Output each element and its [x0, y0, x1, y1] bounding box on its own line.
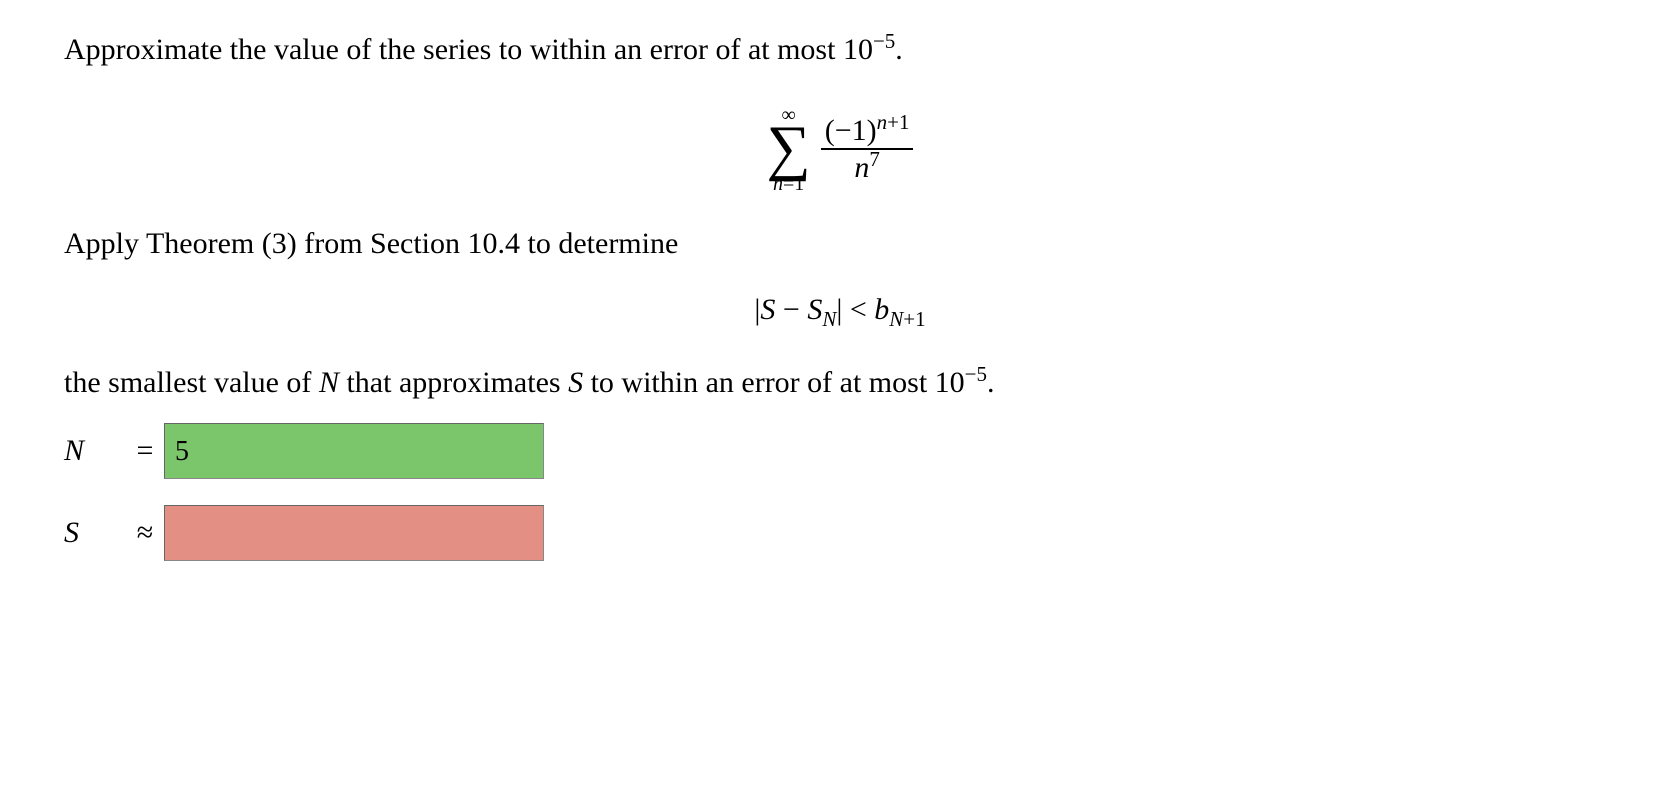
sum-lower-limit: n=1 [773, 174, 804, 194]
n-label: N [64, 429, 126, 473]
fraction-numerator: (−1)n+1 [821, 115, 914, 151]
closing-bound: 10−5 [935, 366, 987, 399]
n-equals: = [126, 429, 164, 473]
intro-text: Approximate the value of the series to w… [64, 33, 843, 66]
problem-page: Approximate the value of the series to w… [0, 0, 1680, 561]
sigma-icon: ∑ [767, 121, 811, 177]
error-inequality: |S − SN| < bN+1 [64, 288, 1616, 332]
theorem-paragraph: Apply Theorem (3) from Section 10.4 to d… [64, 222, 1616, 266]
s-approx: ≈ [126, 511, 164, 555]
answer-row-s: S ≈ [64, 505, 1616, 561]
series-expression: ∞ ∑ n=1 (−1)n+1 n7 [64, 90, 1616, 195]
intro-paragraph: Approximate the value of the series to w… [64, 28, 1616, 72]
s-answer-input[interactable] [164, 505, 544, 561]
n-answer-input[interactable]: 5 [164, 423, 544, 479]
answer-row-n: N = 5 [64, 423, 1616, 479]
sigma-symbol: ∞ ∑ n=1 [767, 105, 811, 195]
intro-suffix: . [895, 33, 903, 66]
fraction-denominator: n7 [821, 150, 914, 184]
closing-paragraph: the smallest value of N that approximate… [64, 361, 1616, 405]
s-label: S [64, 511, 126, 555]
intro-bound: 10−5 [843, 33, 895, 66]
series-fraction: (−1)n+1 n7 [821, 115, 914, 184]
